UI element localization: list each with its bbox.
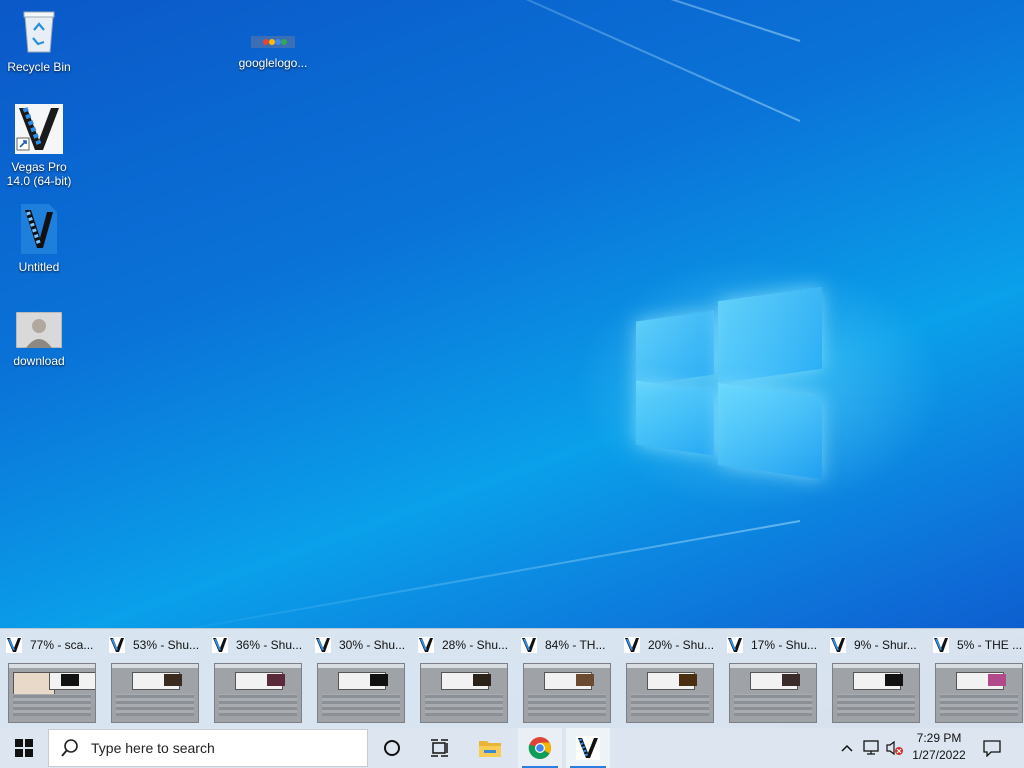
desktop-icon-untitled[interactable]: Untitled: [0, 204, 78, 274]
vegas-pro-icon: [212, 637, 228, 653]
vegas-pro-icon: [418, 637, 434, 653]
window-thumbnail[interactable]: 84% - TH...: [515, 629, 615, 729]
thumbnail-preview: [626, 663, 714, 723]
thumbnail-title: 77% - sca...: [30, 638, 94, 652]
desktop-icon-download[interactable]: download: [0, 311, 78, 368]
window-thumbnail[interactable]: 9% - Shur...: [824, 629, 924, 729]
vegas-pro-icon: [933, 637, 949, 653]
cortana-button[interactable]: [372, 728, 412, 768]
file-explorer-icon: [479, 741, 501, 757]
light-beam: [76, 0, 801, 42]
thumbnail-title: 53% - Shu...: [133, 638, 200, 652]
vegas-pro-icon: [727, 637, 743, 653]
start-button[interactable]: [0, 728, 48, 768]
thumbnail-title: 5% - THE ...: [957, 638, 1023, 652]
vegas-pro-icon: [15, 104, 63, 154]
task-view-icon: [431, 739, 448, 757]
clock-date: 1/27/2022: [912, 748, 966, 762]
vegas-pro-icon: [521, 637, 537, 653]
task-view-button[interactable]: [418, 728, 462, 768]
photo-file-icon: [15, 311, 63, 349]
volume-button[interactable]: [884, 728, 906, 768]
clock[interactable]: 7:29 PM 1/27/2022: [904, 730, 974, 764]
desktop-icon-label: Untitled: [18, 260, 60, 274]
desktop-icon-label: Recycle Bin: [7, 60, 71, 74]
desktop-icon-label: download: [13, 354, 65, 368]
desktop-icon-vegas-pro[interactable]: Vegas Pro 14.0 (64-bit): [0, 104, 78, 188]
chrome-button[interactable]: [518, 728, 562, 768]
clock-time: 7:29 PM: [916, 731, 962, 745]
thumbnail-preview: [111, 663, 199, 723]
thumbnail-preview: [420, 663, 508, 723]
search-icon: [61, 739, 78, 757]
search-placeholder: Type here to search: [91, 740, 215, 756]
thumbnail-title: 30% - Shu...: [339, 638, 406, 652]
window-thumbnail[interactable]: 20% - Shu...: [618, 629, 718, 729]
vegas-pro-icon: [576, 736, 600, 760]
desktop-icon-label: Vegas Pro 14.0 (64-bit): [6, 160, 72, 188]
volume-muted-icon: [886, 740, 903, 756]
show-hidden-icons-button[interactable]: [836, 728, 858, 768]
desktop-icon-googlelogo[interactable]: googlelogo...: [234, 30, 312, 70]
thumbnail-title: 9% - Shur...: [854, 638, 917, 652]
thumbnail-preview: [523, 663, 611, 723]
image-file-icon: [251, 36, 295, 48]
thumbnail-preview: [935, 663, 1023, 723]
vegas-pro-icon: [109, 637, 125, 653]
cortana-icon: [384, 740, 400, 756]
vegas-project-icon: [21, 204, 57, 254]
desktop-icon-label: googlelogo...: [238, 56, 308, 70]
window-thumbnail[interactable]: 36% - Shu...: [206, 629, 306, 729]
taskbar: Type here to search 7:29 PM 1/27/2022: [0, 728, 1024, 768]
chevron-up-icon: [841, 744, 853, 752]
vegas-pro-icon: [830, 637, 846, 653]
desktop-icon-recycle-bin[interactable]: Recycle Bin: [0, 8, 78, 74]
search-box[interactable]: Type here to search: [48, 729, 368, 767]
vegas-pro-icon: [6, 637, 22, 653]
notification-icon: [983, 740, 1001, 757]
light-beam: [251, 0, 801, 122]
desktop-background: Recycle Bin googlelogo... Vegas Pro 14.0…: [0, 0, 1024, 728]
taskbar-thumbnail-strip: 77% - sca... 53% - Shu... 36% - Shu... 3…: [0, 628, 1024, 729]
window-thumbnail[interactable]: 53% - Shu...: [103, 629, 203, 729]
thumbnail-title: 28% - Shu...: [442, 638, 509, 652]
thumbnail-title: 17% - Shu...: [751, 638, 818, 652]
network-button[interactable]: [860, 728, 882, 768]
windows-start-icon: [15, 739, 33, 757]
window-thumbnail[interactable]: 5% - THE ...: [927, 629, 1024, 729]
thumbnail-preview: [729, 663, 817, 723]
thumbnail-preview: [832, 663, 920, 723]
light-beam: [130, 520, 801, 641]
vegas-pro-taskbar-button[interactable]: [566, 728, 610, 768]
thumbnail-preview: [8, 663, 96, 723]
thumbnail-title: 36% - Shu...: [236, 638, 303, 652]
chrome-icon: [528, 737, 551, 759]
windows-logo: [636, 286, 822, 480]
file-explorer-button[interactable]: [468, 728, 512, 768]
vegas-pro-icon: [624, 637, 640, 653]
window-thumbnail[interactable]: 28% - Shu...: [412, 629, 512, 729]
window-thumbnail[interactable]: 30% - Shu...: [309, 629, 409, 729]
network-icon: [863, 740, 879, 755]
window-thumbnail[interactable]: 17% - Shu...: [721, 629, 821, 729]
thumbnail-title: 84% - TH...: [545, 638, 606, 652]
recycle-bin-icon: [23, 11, 55, 53]
thumbnail-preview: [317, 663, 405, 723]
action-center-button[interactable]: [978, 728, 1006, 768]
thumbnail-preview: [214, 663, 302, 723]
thumbnail-title: 20% - Shu...: [648, 638, 715, 652]
vegas-pro-icon: [315, 637, 331, 653]
window-thumbnail[interactable]: 77% - sca...: [0, 629, 100, 729]
